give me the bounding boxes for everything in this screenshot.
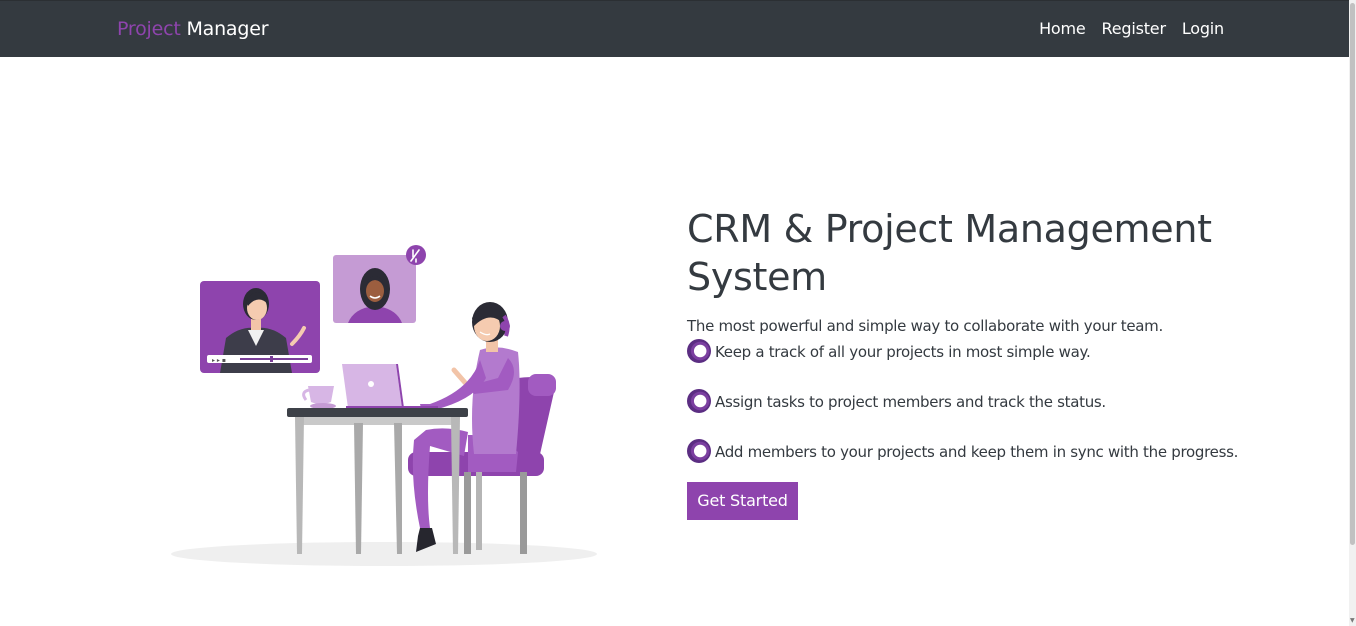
scroll-down-icon[interactable]: ▼ (1350, 618, 1355, 624)
hero-title: CRM & Project Management System (687, 207, 1212, 299)
feature-text: Keep a track of all your projects in mos… (715, 343, 1091, 361)
hero-subtitle: The most powerful and simple way to coll… (687, 317, 1163, 335)
feature-item: Assign tasks to project members and trac… (687, 389, 1247, 415)
brand-project: Project (117, 18, 181, 40)
video-call-window-2 (333, 245, 426, 323)
page: Project Manager Home Register Login ▸ ▸ … (0, 0, 1356, 626)
nav-link-home[interactable]: Home (1039, 18, 1086, 40)
scrollbar-thumb[interactable] (1350, 3, 1355, 545)
feature-text: Assign tasks to project members and trac… (715, 393, 1106, 411)
brand-manager: Manager (186, 18, 269, 40)
feature-item: Keep a track of all your projects in mos… (687, 339, 1247, 365)
brand-logo[interactable]: Project Manager (117, 16, 269, 42)
nav-link-register[interactable]: Register (1102, 18, 1166, 40)
hero-illustration: ▸ ▸ ▪ (171, 245, 597, 566)
navbar: Project Manager Home Register Login (0, 0, 1349, 57)
feature-text: Add members to your projects and keep th… (715, 443, 1239, 461)
circle-bullet-icon (687, 339, 711, 363)
hero-section: CRM & Project Management System The most… (687, 205, 1247, 520)
circle-bullet-icon (687, 389, 711, 413)
feature-item: Add members to your projects and keep th… (687, 439, 1247, 465)
svg-text:▸ ▸ ▪: ▸ ▸ ▪ (212, 357, 226, 364)
nav-link-login[interactable]: Login (1182, 18, 1224, 40)
floor-shadow (171, 542, 597, 566)
get-started-button[interactable]: Get Started (687, 482, 798, 520)
page-scrollbar[interactable]: ▼ (1349, 0, 1356, 626)
nav-links: Home Register Login (1023, 18, 1224, 40)
circle-bullet-icon (687, 439, 711, 463)
video-call-window: ▸ ▸ ▪ (200, 281, 320, 373)
laptop (342, 364, 438, 410)
coffee-cup (302, 386, 336, 409)
